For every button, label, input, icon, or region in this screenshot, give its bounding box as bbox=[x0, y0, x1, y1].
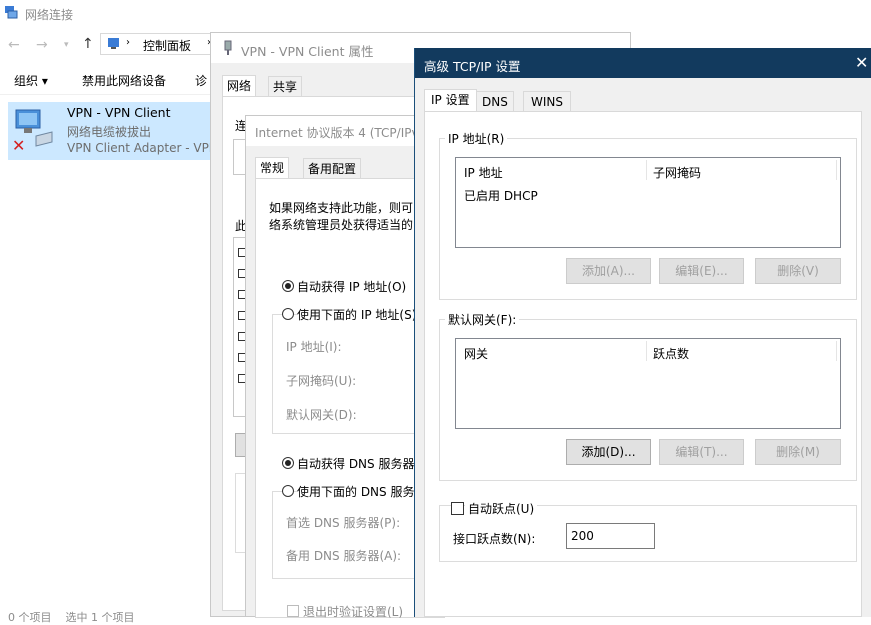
status-bar-text: 0 个项目 选中 1 个项目 bbox=[8, 611, 135, 624]
advanced-tab-page: IP 地址(R) IP 地址 子网掩码 已启用 DHCP 添加(A)... 编辑… bbox=[424, 111, 862, 617]
adapter-device: VPN Client Adapter - VPN bbox=[67, 141, 215, 155]
description-line-2: 络系统管理员处获得适当的 bbox=[269, 218, 414, 232]
tab-wins[interactable]: WINS bbox=[523, 91, 571, 112]
ip-remove-button[interactable]: 删除(V) bbox=[755, 258, 841, 284]
use-ip-radio[interactable] bbox=[282, 308, 294, 320]
description-line-1: 如果网络支持此功能，则可 bbox=[269, 201, 414, 215]
column-divider bbox=[646, 160, 647, 180]
advanced-titlebar: 高级 TCP/IP 设置 ✕ bbox=[415, 48, 871, 78]
interface-metric-label: 接口跃点数(N): bbox=[453, 532, 536, 546]
ip-address-label: IP 地址(I): bbox=[286, 340, 342, 354]
gateway-edit-button[interactable]: 编辑(T)... bbox=[659, 439, 744, 465]
properties-title: VPN - VPN Client 属性 bbox=[241, 44, 374, 59]
use-dns-radio[interactable] bbox=[282, 485, 294, 497]
organize-menu[interactable]: 组织 ▾ bbox=[14, 72, 48, 89]
disable-device-button[interactable]: 禁用此网络设备 bbox=[82, 72, 166, 89]
validate-checkbox[interactable] bbox=[287, 605, 299, 617]
diagnose-button[interactable]: 诊 bbox=[195, 72, 207, 89]
auto-ip-label[interactable]: 自动获得 IP 地址(O) bbox=[297, 278, 406, 295]
use-dns-label[interactable]: 使用下面的 DNS 服务 bbox=[297, 483, 417, 500]
forward-icon[interactable]: → bbox=[36, 37, 48, 53]
up-icon[interactable]: ↑ bbox=[82, 36, 94, 52]
tab-alternate-config[interactable]: 备用配置 bbox=[303, 158, 362, 179]
alternate-dns-label: 备用 DNS 服务器(A): bbox=[286, 549, 402, 563]
default-gateway-label: 默认网关(D): bbox=[286, 408, 357, 422]
gateway-add-button[interactable]: 添加(D)... bbox=[566, 439, 651, 465]
ip-edit-button[interactable]: 编辑(E)... bbox=[659, 258, 744, 284]
gateway-remove-button[interactable]: 删除(M) bbox=[755, 439, 841, 465]
ip-address-group-label: IP 地址(R) bbox=[445, 130, 508, 147]
network-plug-icon bbox=[222, 40, 234, 56]
subnet-mask-label: 子网掩码(U): bbox=[286, 374, 357, 388]
gateway-column-header[interactable]: 网关 bbox=[464, 345, 488, 362]
adapter-name: VPN - VPN Client bbox=[67, 105, 171, 120]
tab-network[interactable]: 网络 bbox=[222, 75, 257, 97]
command-bar-divider bbox=[0, 94, 215, 95]
ip-add-button[interactable]: 添加(A)... bbox=[566, 258, 651, 284]
auto-ip-radio[interactable] bbox=[282, 280, 294, 292]
validate-label[interactable]: 退出时验证设置(L) bbox=[303, 603, 403, 620]
tab-ip-settings[interactable]: IP 设置 bbox=[424, 89, 477, 112]
ip-row-dhcp[interactable]: 已启用 DHCP bbox=[464, 187, 538, 204]
back-icon[interactable]: ← bbox=[8, 37, 20, 53]
advanced-dialog: 高级 TCP/IP 设置 ✕ IP 设置 DNS WINS IP 地址(R) I… bbox=[414, 48, 871, 617]
column-divider bbox=[836, 160, 837, 180]
breadcrumb-separator-icon: › bbox=[126, 37, 130, 48]
disconnected-x-icon: ✕ bbox=[12, 136, 26, 155]
use-ip-label[interactable]: 使用下面的 IP 地址(S) bbox=[297, 306, 419, 323]
auto-dns-radio[interactable] bbox=[282, 457, 294, 469]
column-divider bbox=[646, 341, 647, 361]
auto-metric-label[interactable]: 自动跃点(U) bbox=[465, 500, 538, 517]
breadcrumb-control-panel[interactable]: 控制面板 bbox=[143, 37, 191, 54]
ip-address-list[interactable]: IP 地址 子网掩码 已启用 DHCP bbox=[455, 157, 841, 248]
window-title: 网络连接 bbox=[25, 8, 74, 22]
auto-dns-label[interactable]: 自动获得 DNS 服务器 bbox=[297, 455, 414, 472]
metric-column-header[interactable]: 跃点数 bbox=[653, 345, 689, 362]
auto-metric-checkbox[interactable] bbox=[451, 502, 464, 515]
close-icon[interactable]: ✕ bbox=[855, 53, 868, 72]
preferred-dns-label: 首选 DNS 服务器(P): bbox=[286, 516, 401, 530]
tab-sharing[interactable]: 共享 bbox=[268, 76, 303, 97]
gateway-group-label: 默认网关(F): bbox=[445, 311, 520, 328]
ip-column-header[interactable]: IP 地址 bbox=[464, 164, 503, 181]
interface-metric-input[interactable]: 200 bbox=[566, 523, 655, 549]
network-connections-icon bbox=[4, 5, 18, 19]
tab-general[interactable]: 常规 bbox=[255, 157, 290, 179]
adapter-status: 网络电缆被拔出 bbox=[67, 125, 152, 139]
address-bar[interactable]: › 控制面板 › bbox=[100, 33, 220, 55]
tab-dns[interactable]: DNS bbox=[476, 91, 514, 112]
gateway-list[interactable]: 网关 跃点数 bbox=[455, 338, 841, 429]
control-panel-icon bbox=[107, 37, 120, 50]
ipv4-title: Internet 协议版本 4 (TCP/IPv4) bbox=[255, 126, 431, 140]
interface-metric-value: 200 bbox=[571, 529, 594, 543]
recent-chevron-icon[interactable]: ▾ bbox=[64, 40, 69, 50]
column-divider bbox=[836, 341, 837, 361]
advanced-title: 高级 TCP/IP 设置 bbox=[424, 59, 521, 74]
mask-column-header[interactable]: 子网掩码 bbox=[653, 164, 701, 181]
adapter-item[interactable]: ✕ VPN - VPN Client 网络电缆被拔出 VPN Client Ad… bbox=[8, 102, 215, 160]
